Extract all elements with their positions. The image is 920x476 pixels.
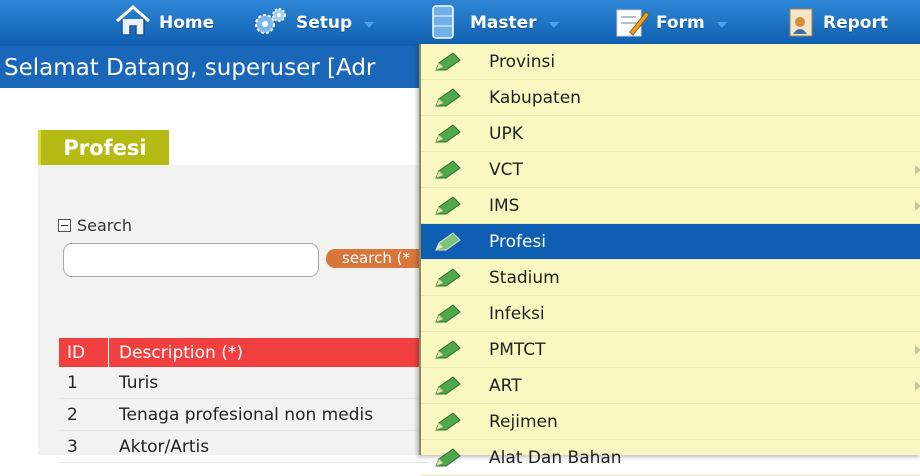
column-header-description[interactable]: Description (*) bbox=[109, 338, 429, 367]
menu-item-label: Stadium bbox=[489, 267, 560, 288]
menu-item-upk[interactable]: UPK bbox=[421, 116, 920, 152]
menu-item-rejimen[interactable]: Rejimen bbox=[421, 404, 920, 440]
table-header-row: ID Description (*) bbox=[59, 338, 429, 367]
nav-home[interactable]: Home bbox=[113, 0, 214, 46]
menu-item-label: PMTCT bbox=[489, 339, 546, 360]
menu-item-label: VCT bbox=[489, 159, 523, 180]
top-nav-bar: Home Setup Master Form Report bbox=[0, 0, 920, 46]
nav-master-label: Master bbox=[470, 13, 537, 33]
submenu-arrow-icon bbox=[915, 164, 920, 175]
menu-item-kabupaten[interactable]: Kabupaten bbox=[421, 80, 920, 116]
gears-icon bbox=[252, 5, 290, 42]
submenu-arrow-icon bbox=[915, 200, 920, 211]
nav-setup-label: Setup bbox=[296, 13, 353, 33]
menu-item-ims[interactable]: IMS bbox=[421, 188, 920, 224]
menu-item-profesi[interactable]: Profesi bbox=[421, 224, 920, 260]
home-icon bbox=[113, 4, 153, 43]
pencil-icon bbox=[433, 447, 463, 474]
submenu-arrow-icon bbox=[915, 344, 920, 355]
pencil-icon bbox=[433, 195, 463, 222]
pencil-icon bbox=[433, 411, 463, 438]
form-icon bbox=[614, 4, 650, 43]
search-toggle[interactable]: Search bbox=[58, 216, 132, 235]
menu-item-vct[interactable]: VCT bbox=[421, 152, 920, 188]
pencil-icon bbox=[433, 123, 463, 150]
row-id: 2 bbox=[67, 404, 78, 425]
row-id: 1 bbox=[67, 372, 78, 393]
table-row[interactable]: 2 Tenaga profesional non medis bbox=[59, 399, 429, 431]
collapse-icon[interactable] bbox=[58, 219, 71, 232]
menu-item-art[interactable]: ART bbox=[421, 368, 920, 404]
page-title: Profesi bbox=[38, 130, 169, 165]
menu-item-alat-dan-bahan[interactable]: Alat Dan Bahan bbox=[421, 440, 920, 476]
pencil-icon bbox=[433, 159, 463, 186]
menu-item-pmtct[interactable]: PMTCT bbox=[421, 332, 920, 368]
menu-item-infeksi[interactable]: Infeksi bbox=[421, 296, 920, 332]
pencil-icon bbox=[433, 375, 463, 402]
pencil-icon bbox=[433, 303, 463, 330]
menu-item-label: Provinsi bbox=[489, 51, 556, 72]
table-row[interactable]: 3 Aktor/Artis bbox=[59, 431, 429, 463]
report-icon bbox=[787, 4, 817, 43]
nav-report-label: Report bbox=[823, 13, 888, 33]
column-header-id[interactable]: ID bbox=[59, 338, 109, 367]
master-dropdown-menu: Provinsi Kabupaten UPK VCT IMS Profesi Stadium… bbox=[419, 44, 920, 476]
menu-item-provinsi[interactable]: Provinsi bbox=[421, 44, 920, 80]
menu-item-label: Rejimen bbox=[489, 411, 558, 432]
nav-setup[interactable]: Setup bbox=[252, 0, 375, 46]
search-toggle-label: Search bbox=[77, 216, 132, 235]
pencil-icon bbox=[433, 231, 463, 258]
menu-item-label: Infeksi bbox=[489, 303, 545, 324]
menu-item-label: IMS bbox=[489, 195, 520, 216]
menu-item-label: Kabupaten bbox=[489, 87, 581, 108]
menu-item-label: UPK bbox=[489, 123, 523, 144]
chevron-down-icon bbox=[716, 22, 727, 28]
table-row[interactable]: 1 Turis bbox=[59, 367, 429, 399]
pencil-icon bbox=[433, 339, 463, 366]
chevron-down-icon bbox=[364, 22, 375, 28]
menu-item-label: ART bbox=[489, 375, 522, 396]
row-description: Aktor/Artis bbox=[119, 436, 210, 457]
row-id: 3 bbox=[67, 436, 78, 457]
submenu-arrow-icon bbox=[915, 380, 920, 391]
row-description: Tenaga profesional non medis bbox=[119, 404, 374, 425]
menu-item-label: Alat Dan Bahan bbox=[489, 447, 622, 468]
nav-form-label: Form bbox=[656, 13, 705, 33]
chevron-down-icon bbox=[548, 22, 559, 28]
database-icon bbox=[430, 2, 456, 45]
search-input[interactable] bbox=[63, 243, 319, 277]
menu-item-stadium[interactable]: Stadium bbox=[421, 260, 920, 296]
menu-item-label: Profesi bbox=[489, 231, 546, 252]
nav-form[interactable]: Form bbox=[614, 0, 727, 46]
nav-master[interactable]: Master bbox=[430, 0, 559, 46]
pencil-icon bbox=[433, 51, 463, 78]
nav-report[interactable]: Report bbox=[787, 0, 888, 46]
profesi-table: ID Description (*) 1 Turis 2 Tenaga prof… bbox=[59, 338, 429, 463]
welcome-text: Selamat Datang, superuser [Adr bbox=[4, 55, 376, 81]
nav-home-label: Home bbox=[159, 13, 215, 33]
pencil-icon bbox=[433, 87, 463, 114]
pencil-icon bbox=[433, 267, 463, 294]
row-description: Turis bbox=[119, 372, 159, 393]
